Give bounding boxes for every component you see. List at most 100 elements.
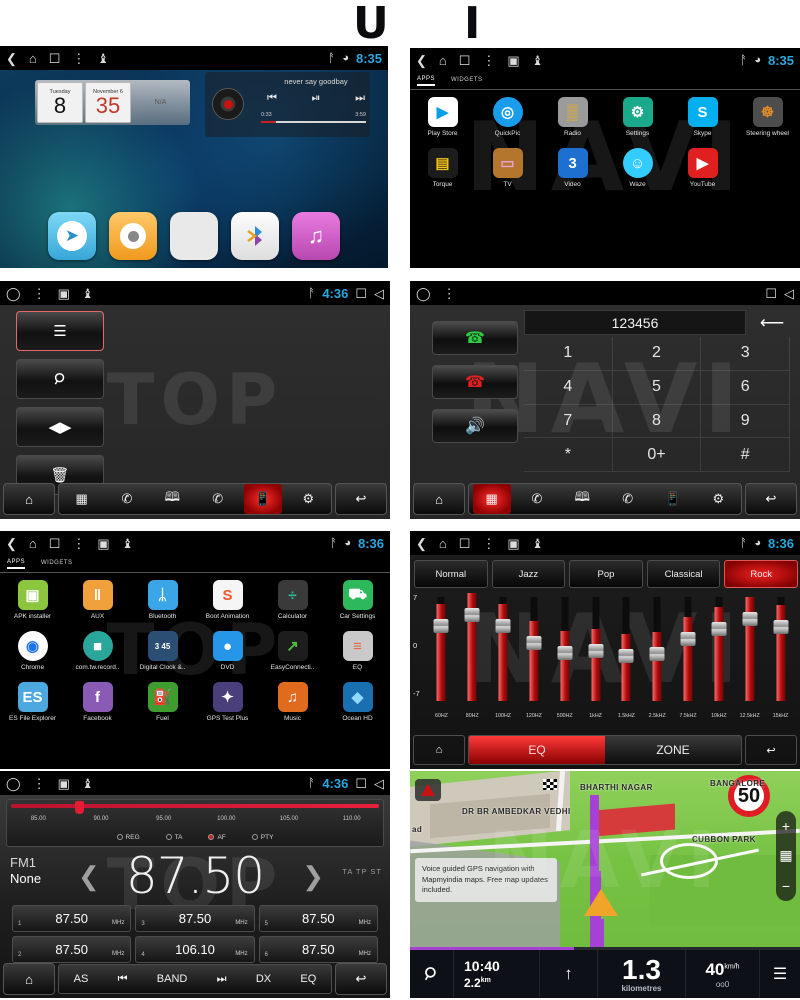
app-cell[interactable]: ▭ TV xyxy=(475,143,540,194)
home-circle-icon[interactable]: ◯ xyxy=(416,287,431,300)
radio-icon[interactable]: ▒ xyxy=(557,97,588,127)
radio-footer-as[interactable]: AS xyxy=(74,973,89,985)
settings-gear-icon[interactable]: ⚙ xyxy=(699,484,737,514)
music-player-widget[interactable]: never say goodbay ⏮ ⏯ ⏭ 0:33 3:59 xyxy=(205,72,370,137)
previous-track-icon[interactable]: ⏮ xyxy=(267,92,277,105)
app-cell[interactable]: ⚙ Settings xyxy=(605,92,670,143)
tune-up-icon[interactable]: ❯ xyxy=(302,861,324,892)
eq-band[interactable]: 60HZ xyxy=(426,593,457,723)
home-icon[interactable]: ⌂ xyxy=(413,735,465,765)
eq-preset-classical[interactable]: Classical xyxy=(646,560,721,588)
app-cell[interactable]: ⛟ Car Settings xyxy=(325,575,390,626)
settings-gear-icon[interactable]: ⚙ xyxy=(289,484,327,514)
radio-footer-eq[interactable]: EQ xyxy=(300,973,316,985)
recents-icon[interactable]: ☐ xyxy=(459,537,471,550)
eq-band[interactable]: 80HZ xyxy=(457,593,488,723)
rds-af[interactable]: AF xyxy=(208,834,226,841)
eta-block[interactable]: 10:40 2.2km xyxy=(454,950,540,998)
eq-preset-jazz[interactable]: Jazz xyxy=(491,560,566,588)
home-icon[interactable]: ⌂ xyxy=(439,54,447,67)
back-icon[interactable]: ↩ xyxy=(335,963,387,995)
app-cell[interactable]: ● DVD xyxy=(195,626,260,677)
rds-ta[interactable]: TA xyxy=(165,834,182,841)
speaker-icon[interactable]: 🔊 xyxy=(432,409,518,443)
app-cell[interactable]: ☺ Waze xyxy=(605,143,670,194)
recents-icon[interactable]: ☐ xyxy=(49,537,61,550)
radio-footer-dx[interactable]: DX xyxy=(256,973,271,985)
recents-icon[interactable]: ☐ xyxy=(459,54,471,67)
eq-band[interactable]: 7.5kHZ xyxy=(673,593,704,723)
recents-icon[interactable]: ☐ xyxy=(765,287,777,300)
waze-icon[interactable]: ☺ xyxy=(622,148,653,178)
recents-icon[interactable]: ☐ xyxy=(355,287,367,300)
app-cell[interactable]: ◆ Ocean HD xyxy=(325,677,390,728)
video-icon[interactable]: 3 xyxy=(557,148,588,178)
app-cell[interactable]: ‖ AUX xyxy=(65,575,130,626)
home-icon[interactable]: ⌂ xyxy=(3,963,55,995)
digital-clock-icon[interactable]: 3 45 xyxy=(147,631,178,661)
overflow-icon[interactable]: ⋮ xyxy=(482,54,495,67)
overflow-icon[interactable]: ⋮ xyxy=(33,777,46,790)
home-circle-icon[interactable]: ◯ xyxy=(6,287,21,300)
radio-preset[interactable]: 4 106.10 MHz xyxy=(135,936,255,963)
rds-reg[interactable]: REG xyxy=(116,834,140,841)
eq-tab-zone[interactable]: ZONE xyxy=(605,736,741,764)
eq-band[interactable]: 10kHZ xyxy=(703,593,734,723)
app-cell[interactable]: ▤ Torque xyxy=(410,143,475,194)
radio-preset[interactable]: 6 87.50 MHz xyxy=(258,936,378,963)
eq-band[interactable]: 12.5kHZ xyxy=(734,593,765,723)
eq-band[interactable]: 120HZ xyxy=(518,593,549,723)
dialpad-icon[interactable]: ▦ xyxy=(472,484,511,514)
app-cell[interactable]: S Boot Animation xyxy=(195,575,260,626)
dial-key[interactable]: * xyxy=(524,438,613,472)
app-cell[interactable]: ▶ Play Store xyxy=(410,92,475,143)
eq-band[interactable]: 500HZ xyxy=(549,593,580,723)
search-button[interactable] xyxy=(16,359,104,399)
back-triangle-icon[interactable]: ◁ xyxy=(784,287,794,300)
steering-wheel-icon[interactable]: ☸ xyxy=(752,97,783,127)
app-cell[interactable]: ☸ Steering wheel xyxy=(735,92,800,143)
warning-icon[interactable] xyxy=(415,779,441,801)
backspace-icon[interactable]: ⟵ xyxy=(754,310,790,335)
app-cell[interactable]: 3 Video xyxy=(540,143,605,194)
radio-footer-⏮[interactable]: ⏮ xyxy=(118,973,128,986)
search-icon[interactable] xyxy=(410,950,454,998)
radio-footer-⏭[interactable]: ⏭ xyxy=(217,973,227,986)
app-cell[interactable]: ♫ Music xyxy=(260,677,325,728)
call-history-icon[interactable]: ✆ xyxy=(199,484,237,514)
dvd-icon[interactable] xyxy=(109,212,157,260)
radio-footer-band[interactable]: BAND xyxy=(157,973,188,985)
home-icon[interactable]: ⌂ xyxy=(439,537,447,550)
app-cell[interactable]: ◎ QuickPic xyxy=(475,92,540,143)
rds-pty[interactable]: PTY xyxy=(251,834,273,841)
dial-key[interactable]: 3 xyxy=(701,337,790,371)
app-cell[interactable]: ≡ EQ xyxy=(325,626,390,677)
back-icon[interactable]: ↩ xyxy=(335,483,387,515)
screenshot-icon[interactable]: ▣ xyxy=(58,287,70,300)
app-cell[interactable]: ▶ YouTube xyxy=(670,143,735,194)
transfer-button[interactable]: ◀▶ xyxy=(16,407,104,447)
overflow-icon[interactable]: ⋮ xyxy=(33,287,46,300)
eq-preset-rock[interactable]: Rock xyxy=(724,560,798,588)
radio-preset[interactable]: 1 87.50 MHz xyxy=(12,905,132,932)
dial-key[interactable]: 0+ xyxy=(612,438,702,472)
menu-icon[interactable]: ☰ xyxy=(760,950,800,998)
tuner-cursor[interactable] xyxy=(74,801,84,814)
call-history-icon[interactable]: ✆ xyxy=(609,484,647,514)
torque-icon[interactable]: ▤ xyxy=(427,148,458,178)
quickpic-icon[interactable]: ◎ xyxy=(492,97,523,127)
app-cell[interactable]: f Facebook xyxy=(65,677,130,728)
app-cell[interactable]: ᛦ Bluetooth xyxy=(130,575,195,626)
car-settings-icon[interactable]: ⛟ xyxy=(342,580,373,610)
settings-gear-icon[interactable]: ⚙ xyxy=(622,97,653,127)
dial-key[interactable]: # xyxy=(701,438,790,472)
app-cell[interactable]: ◉ Chrome xyxy=(0,626,65,677)
app-cell[interactable]: ✦ GPS Test Plus xyxy=(195,677,260,728)
facebook-icon[interactable]: f xyxy=(82,682,113,712)
next-track-icon[interactable]: ⏭ xyxy=(355,92,365,105)
tab-widgets[interactable]: WIDGETS xyxy=(451,77,483,85)
ocean-hd-icon[interactable]: ◆ xyxy=(342,682,373,712)
home-icon[interactable]: ⌂ xyxy=(3,483,55,515)
phone-sync-icon[interactable]: 📱 xyxy=(654,484,692,514)
eq-band[interactable]: 15kHZ xyxy=(765,593,796,723)
